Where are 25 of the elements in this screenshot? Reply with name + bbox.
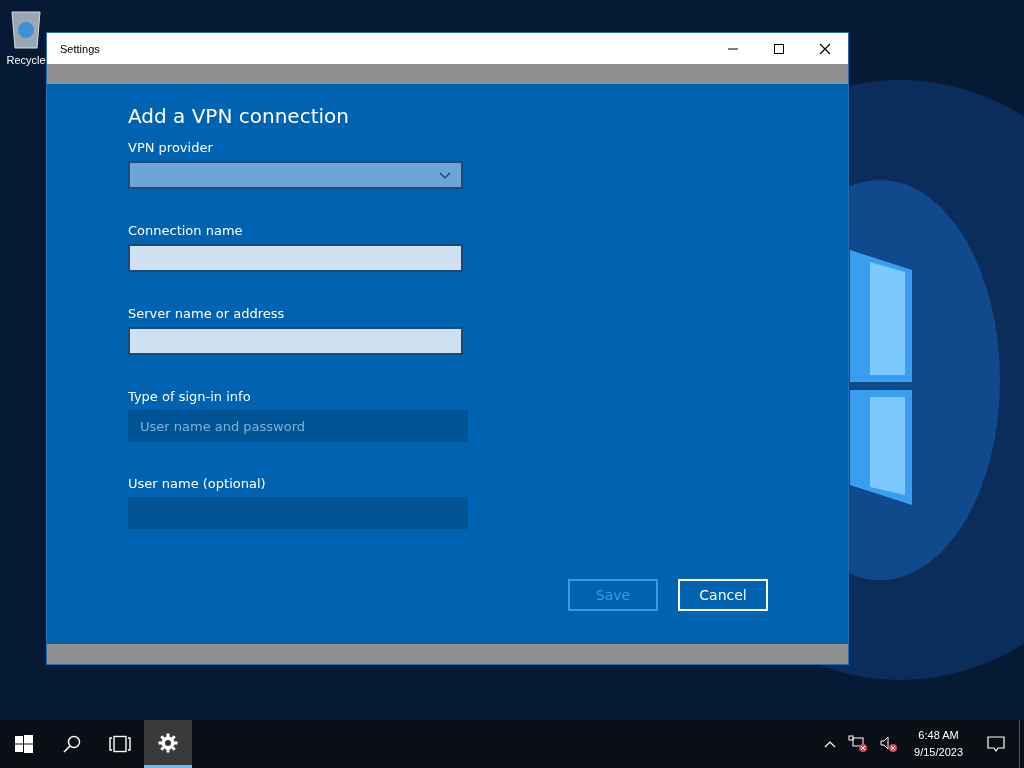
page-heading: Add a VPN connection: [128, 104, 350, 128]
task-view-icon: [109, 735, 131, 753]
windows-logo-icon: [15, 735, 33, 753]
window-title: Settings: [60, 42, 100, 55]
field-label: Connection name: [128, 223, 244, 238]
clock-time[interactable]: 6:48 AM: [918, 727, 959, 744]
icon-label: Recycle: [6, 54, 46, 66]
network-error-icon[interactable]: [848, 735, 869, 753]
chevron-down-icon: [439, 171, 451, 179]
clock-date[interactable]: 9/15/2023: [914, 744, 963, 761]
settings-taskbar-button[interactable]: [144, 720, 192, 768]
input-field[interactable]: [128, 327, 463, 355]
field-label: VPN provider: [128, 140, 214, 155]
field-label: User name (optional): [128, 476, 267, 491]
gear-icon: [158, 732, 178, 753]
cancel-button[interactable]: Cancel: [678, 579, 768, 611]
recycle-bin-icon[interactable]: [8, 8, 44, 50]
input-field[interactable]: [128, 244, 463, 272]
notifications-icon[interactable]: [987, 735, 1005, 753]
search-icon: [63, 735, 81, 753]
field-label: Type of sign-in info: [128, 389, 252, 404]
dropdown[interactable]: [128, 161, 463, 189]
speaker-muted-icon[interactable]: [880, 735, 899, 753]
field-label: Server name or address: [128, 306, 286, 321]
chevron-up-icon[interactable]: [824, 740, 837, 748]
